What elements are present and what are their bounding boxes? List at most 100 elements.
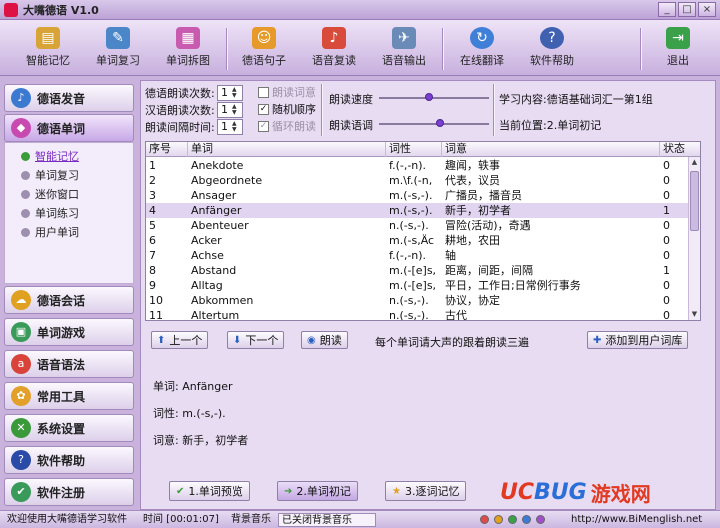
watermark-text: 游戏网 (590, 481, 651, 506)
next-button[interactable]: ⬇ 下一个 (227, 331, 285, 349)
column-header-word[interactable]: 单词 (188, 142, 386, 157)
theme-color-swatch[interactable] (522, 515, 531, 524)
step-preview-button[interactable]: ✔ 1.单词预览 (169, 481, 250, 501)
cell-word: Acker (191, 234, 222, 247)
star-icon: ★ (392, 485, 401, 497)
german-reads-spinner[interactable]: 1 ▲ ▼ (217, 85, 243, 101)
nav-german-conversation[interactable]: ☁ 德语会话 (4, 286, 134, 314)
plus-icon: ✚ (593, 334, 602, 346)
subitem-word-review[interactable]: 单词复习 (21, 166, 79, 184)
spinner-arrows-icon[interactable]: ▲ ▼ (232, 87, 241, 99)
spinner-arrows-icon[interactable]: ▲ ▼ (232, 121, 241, 133)
spinner-arrows-icon[interactable]: ▲ ▼ (232, 104, 241, 116)
table-row[interactable]: 4 Anfänger m.(-s,-). 新手，初学者 1 (146, 203, 700, 218)
minimize-button[interactable]: _ (658, 2, 676, 17)
table-row[interactable]: 9 Alltag m.(-[e]s, 平日，工作日;日常例行事务 0 (146, 278, 700, 293)
toolbar-label: 语音输出 (382, 54, 426, 67)
table-row[interactable]: 6 Acker m.(-s,Äc 耕地，农田 0 (146, 233, 700, 248)
table-row[interactable]: 2 Abgeordnete m.\f.(-n, 代表，议员 0 (146, 173, 700, 188)
cell-word: Achse (191, 249, 224, 262)
cell-no: 1 (149, 159, 156, 172)
bullet-icon (21, 170, 30, 180)
words-icon: ◆ (11, 118, 31, 138)
arrow-right-icon: ➜ (284, 485, 293, 497)
theme-color-swatch[interactable] (508, 515, 517, 524)
chinese-reads-spinner[interactable]: 1 ▲ ▼ (217, 102, 243, 118)
theme-color-swatch[interactable] (494, 515, 503, 524)
tone-slider-thumb[interactable] (435, 119, 444, 127)
subitem-mini-window[interactable]: 迷你窗口 (21, 185, 79, 203)
tone-slider-track[interactable] (379, 123, 489, 125)
scroll-up-icon[interactable]: ▲ (690, 157, 699, 168)
toolbar-exit-button[interactable]: ⇥ 退出 (646, 24, 710, 74)
scrollbar-thumb[interactable] (690, 171, 699, 231)
nav-label: 常用工具 (37, 389, 86, 404)
cell-no: 7 (149, 249, 156, 262)
step-initial-button[interactable]: ➜ 2.单词初记 (277, 481, 358, 501)
table-header: 序号 单词 词性 词意 状态 (146, 142, 700, 157)
cell-status: 1 (663, 264, 670, 277)
button-label: 朗读 (319, 334, 342, 347)
toolbar-word-review-button[interactable]: ✎ 单词复习 (86, 24, 150, 74)
subitem-label: 迷你窗口 (35, 188, 79, 201)
loop-read-checkbox[interactable]: ✓ 循环朗读 (258, 118, 316, 134)
toolbar-help-button[interactable]: ? 软件帮助 (520, 24, 584, 74)
table-row[interactable]: 1 Anekdote f.(-,-n). 趣闻，轶事 0 (146, 158, 700, 173)
table-row[interactable]: 3 Ansager m.(-s,-). 广播员，播音员 0 (146, 188, 700, 203)
previous-button[interactable]: ⬆ 上一个 (151, 331, 209, 349)
subitem-word-practice[interactable]: 单词练习 (21, 204, 79, 222)
toolbar-voice-repeat-button[interactable]: ♪ 语音复读 (302, 24, 366, 74)
nav-word-games[interactable]: ▣ 单词游戏 (4, 318, 134, 346)
status-website-link[interactable]: http://www.BiMenglish.net (568, 513, 705, 527)
nav-system-settings[interactable]: ✕ 系统设置 (4, 414, 134, 442)
cell-word: Abkommen (191, 294, 254, 307)
table-row[interactable]: 8 Abstand m.(-[e]s, 距离，间距，间隔 1 (146, 263, 700, 278)
nav-label: 系统设置 (37, 421, 86, 436)
speed-slider-track[interactable] (379, 97, 489, 99)
subitem-smart-memory[interactable]: 智能记忆 (21, 147, 79, 165)
column-header-meaning[interactable]: 词意 (442, 142, 660, 157)
toolbar-online-translate-button[interactable]: ↻ 在线翻译 (450, 24, 514, 74)
theme-color-swatch[interactable] (536, 515, 545, 524)
nav-software-help[interactable]: ? 软件帮助 (4, 446, 134, 474)
column-header-no[interactable]: 序号 (146, 142, 188, 157)
cell-pos: m.(-[e]s, (389, 279, 437, 292)
status-music-state: 已关闭背景音乐 (278, 513, 376, 527)
close-button[interactable]: × (698, 2, 716, 17)
nav-phonetics-grammar[interactable]: a 语音语法 (4, 350, 134, 378)
chinese-reads-label: 汉语朗读次数: (145, 104, 215, 117)
add-to-user-lexicon-button[interactable]: ✚ 添加到用户词库 (587, 331, 689, 349)
toolbar-smart-memory-button[interactable]: ▤ 智能记忆 (16, 24, 80, 74)
chinese-reads-value: 1 (221, 103, 228, 116)
toolbar-german-sentence-button[interactable]: ☺ 德语句子 (232, 24, 296, 74)
maximize-button[interactable]: □ (678, 2, 696, 17)
read-meaning-checkbox[interactable]: 朗读词意 (258, 84, 316, 100)
scroll-down-icon[interactable]: ▼ (690, 309, 699, 320)
cell-pos: n.(-s,-). (389, 219, 429, 232)
step-review-button[interactable]: ★ 3.逐词记忆 (385, 481, 467, 501)
table-row[interactable]: 10 Abkommen n.(-s,-). 协议，协定 0 (146, 293, 700, 308)
theme-color-swatch[interactable] (480, 515, 489, 524)
nav-software-register[interactable]: ✔ 软件注册 (4, 478, 134, 506)
cell-pos: m.(-[e]s, (389, 264, 437, 277)
table-row[interactable]: 7 Achse f.(-,-n). 轴 0 (146, 248, 700, 263)
table-row[interactable]: 5 Abenteuer n.(-s,-). 冒险(活动)，奇遇 0 (146, 218, 700, 233)
nav-german-pronunciation[interactable]: ♪ 德语发音 (4, 84, 134, 112)
table-scrollbar[interactable]: ▲ ▼ (688, 157, 700, 320)
table-row[interactable]: 11 Altertum n.(-s,-). 古代 0 (146, 308, 700, 320)
cell-status: 0 (663, 159, 670, 172)
cell-pos: f.(-,-n). (389, 159, 427, 172)
column-header-pos[interactable]: 词性 (386, 142, 442, 157)
speed-slider-thumb[interactable] (424, 93, 433, 101)
toolbar-word-split-button[interactable]: ▦ 单词拆图 (156, 24, 220, 74)
random-order-checkbox[interactable]: ✓ 随机顺序 (258, 101, 316, 117)
nav-common-tools[interactable]: ✿ 常用工具 (4, 382, 134, 410)
nav-german-words[interactable]: ◆ 德语单词 (4, 114, 134, 142)
column-header-status[interactable]: 状态 (660, 142, 700, 157)
settings-separator (493, 84, 495, 136)
interval-spinner[interactable]: 1 ▲ ▼ (217, 119, 243, 135)
subitem-user-words[interactable]: 用户单词 (21, 223, 79, 241)
toolbar-voice-output-button[interactable]: ✈ 语音输出 (372, 24, 436, 74)
settings-separator (321, 84, 323, 136)
read-button[interactable]: ◉ 朗读 (301, 331, 348, 349)
